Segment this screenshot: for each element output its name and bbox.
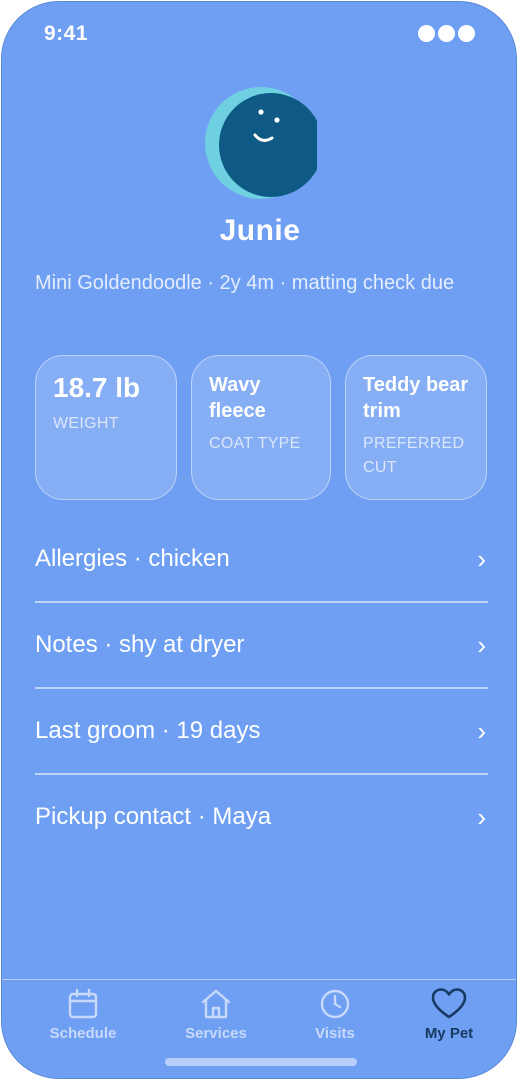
tab-label: Services — [185, 1025, 247, 1042]
chevron-right-icon: › — [477, 801, 486, 832]
tab-bar-divider — [2, 979, 516, 980]
tab-my-pet[interactable]: My Pet — [394, 987, 504, 1042]
stat-value: Teddy bear trim — [363, 374, 469, 422]
detail-row-label: Pickup contact · Maya — [35, 803, 272, 830]
stat-label: PREFERRED CUT — [363, 435, 465, 476]
status-dot — [418, 25, 435, 42]
status-dot — [438, 25, 455, 42]
tab-label: Visits — [315, 1025, 355, 1042]
tab-visits[interactable]: Visits — [280, 987, 390, 1042]
tab-schedule[interactable]: Schedule — [28, 987, 138, 1042]
pet-subtitle: Mini Goldendoodle · 2y 4m · matting chec… — [35, 272, 455, 294]
chevron-right-icon: › — [477, 629, 486, 660]
stat-value: 18.7 lb — [53, 372, 141, 403]
status-indicator-icon — [418, 25, 475, 42]
stat-card-preferred-cut[interactable]: Teddy bear trim PREFERRED CUT — [345, 355, 487, 500]
calendar-icon — [68, 988, 98, 1019]
pet-avatar[interactable] — [205, 87, 317, 199]
tab-label: My Pet — [424, 1025, 474, 1042]
heart-icon — [431, 988, 467, 1019]
detail-row-allergies[interactable]: Allergies · chicken › — [35, 516, 488, 602]
chevron-right-icon: › — [477, 715, 486, 746]
detail-row-label: Notes · shy at dryer — [35, 631, 245, 658]
home-indicator[interactable] — [165, 1058, 357, 1066]
home-icon — [201, 989, 231, 1019]
detail-row-label: Allergies · chicken — [35, 545, 230, 572]
tab-label: Schedule — [49, 1025, 117, 1042]
clock-icon — [320, 989, 350, 1019]
stat-card-weight[interactable]: 18.7 lb WEIGHT — [35, 355, 177, 500]
stat-value: Wavy fleece — [209, 374, 266, 422]
stat-label: COAT TYPE — [209, 435, 301, 452]
stat-card-coat-type[interactable]: Wavy fleece COAT TYPE — [191, 355, 331, 500]
status-time: 9:41 — [44, 22, 89, 45]
chevron-right-icon: › — [477, 543, 486, 574]
phone-screen: 9:41 Junie Mini Goldendoodle · 2y 4m · m… — [1, 1, 517, 1079]
stat-label: WEIGHT — [53, 415, 119, 432]
detail-row-notes[interactable]: Notes · shy at dryer › — [35, 602, 488, 688]
detail-row-last-groom[interactable]: Last groom · 19 days › — [35, 688, 488, 774]
detail-row-label: Last groom · 19 days — [35, 717, 261, 744]
status-dot — [458, 25, 475, 42]
pet-name: Junie — [219, 214, 301, 247]
detail-row-pickup-contact[interactable]: Pickup contact · Maya › — [35, 774, 488, 860]
tab-services[interactable]: Services — [161, 987, 271, 1042]
